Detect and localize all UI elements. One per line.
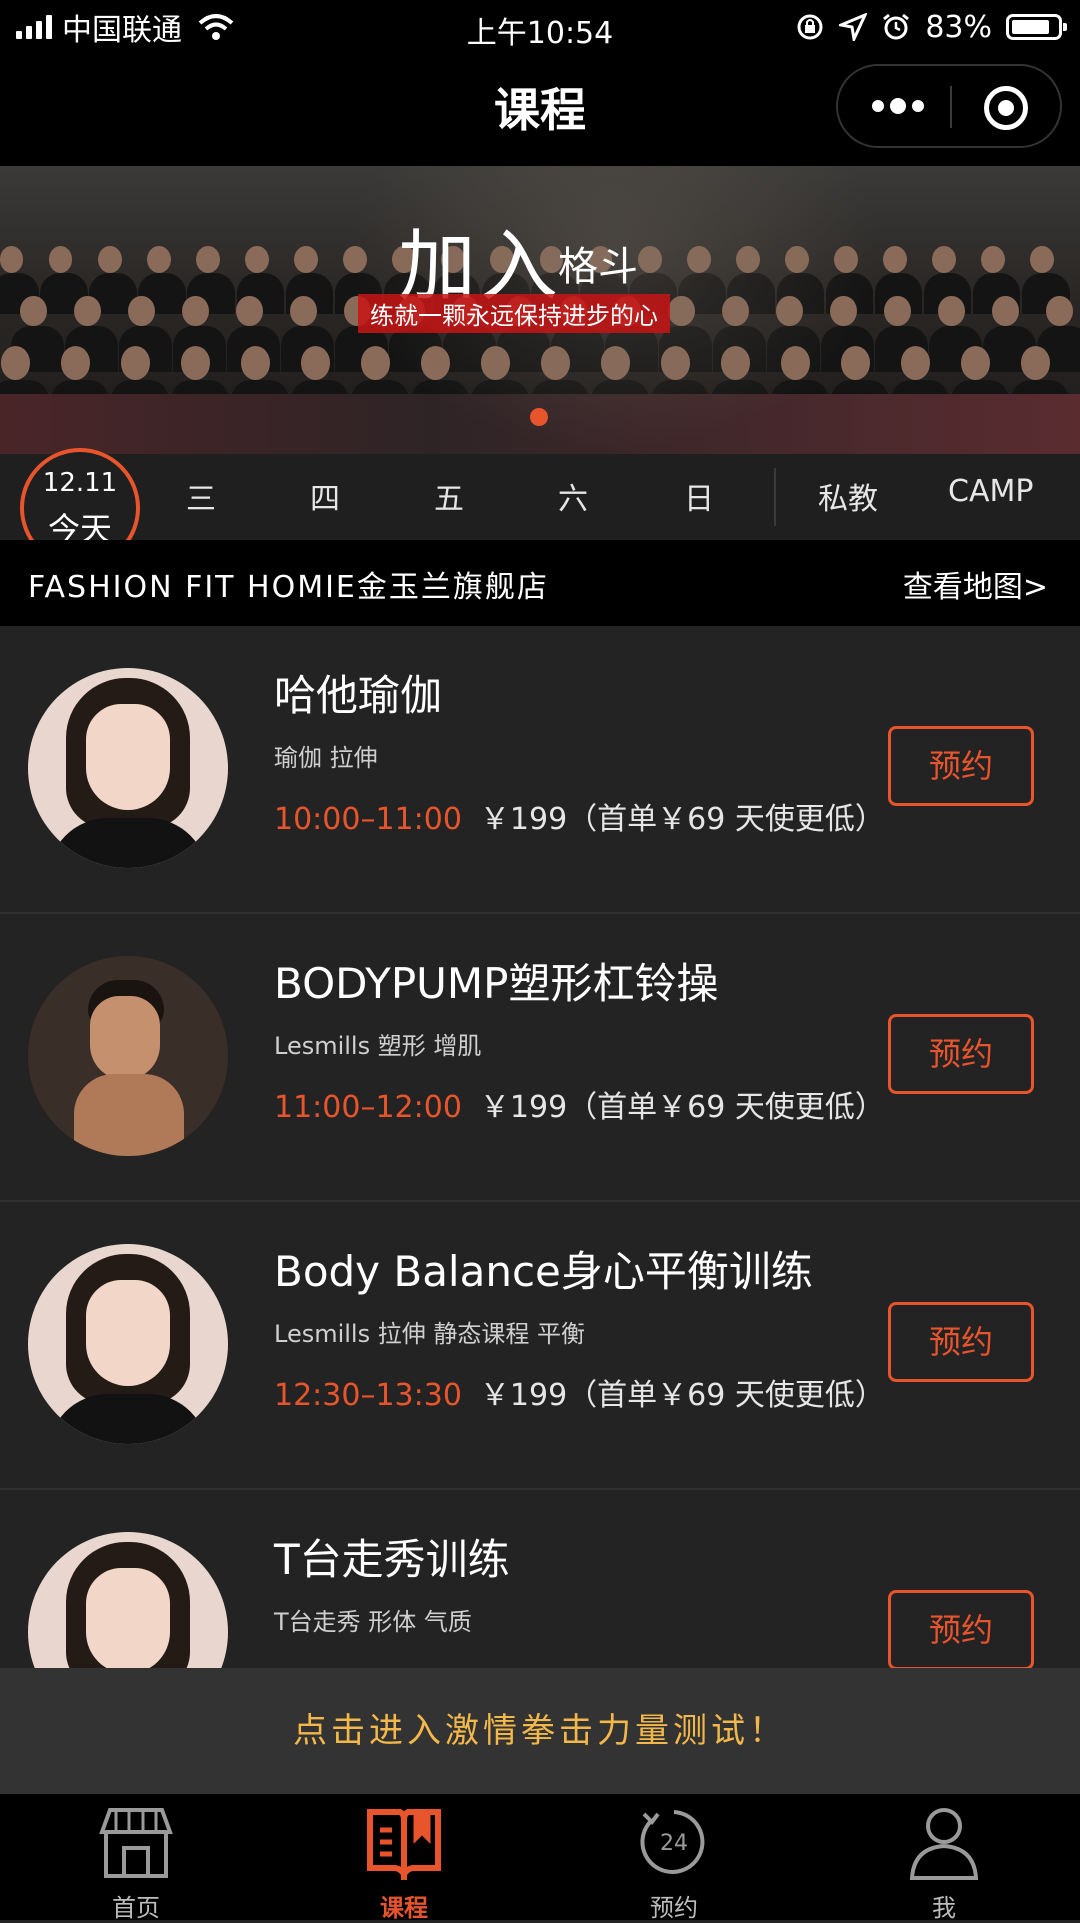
course-title: Body Balance身心平衡训练: [274, 1238, 813, 1299]
banner-person-head: [74, 296, 101, 326]
mini-program-capsule: [836, 64, 1062, 148]
course-item[interactable]: BODYPUMP塑形杠铃操 Lesmills 塑形 增肌 11:00–12:00…: [0, 914, 1080, 1202]
banner-person-head: [61, 346, 90, 380]
banner-person-head: [1021, 346, 1050, 380]
book-button[interactable]: 预约: [888, 726, 1034, 806]
course-title: 哈他瑜伽: [274, 662, 442, 723]
banner-person-head: [1030, 246, 1054, 273]
banner-indicator-dot[interactable]: [530, 408, 548, 426]
user-icon: [904, 1804, 984, 1880]
store-name: FASHION FIT HOMIE金玉兰旗舰店: [28, 562, 549, 606]
clock-24-text: 24: [660, 1831, 688, 1856]
course-tags: Lesmills 拉伸 静态课程 平衡: [274, 1314, 585, 1349]
banner-person-head: [20, 296, 47, 326]
banner-tagline: 练就一颗永远保持进步的心: [358, 294, 670, 333]
navigation-bar: 课程: [0, 54, 1080, 166]
banner-person-head: [938, 296, 965, 326]
tab-saturday[interactable]: 六: [558, 474, 588, 518]
tabbar-label: 预约: [574, 1888, 774, 1923]
tab-sunday[interactable]: 日: [684, 474, 714, 518]
course-price: ￥199（首单￥69 天使更低）: [480, 802, 885, 837]
coach-avatar: [28, 668, 228, 868]
view-map-link[interactable]: 查看地图>: [903, 562, 1048, 606]
course-tags: Lesmills 塑形 增肌: [274, 1026, 481, 1061]
banner-person-head: [121, 346, 150, 380]
book-button[interactable]: 预约: [888, 1590, 1034, 1670]
storefront-icon: [96, 1804, 176, 1880]
bottom-tab-bar: 首页 课程 24 预约 我: [0, 1794, 1080, 1920]
banner-person-head: [883, 246, 907, 273]
capsule-divider: [950, 86, 952, 128]
course-price: ￥199（首单￥69 天使更低）: [480, 1378, 885, 1413]
course-tags: T台走秀 形体 气质: [274, 1602, 472, 1637]
store-bar: FASHION FIT HOMIE金玉兰旗舰店 查看地图>: [0, 540, 1080, 626]
tab-divider: [774, 468, 776, 526]
tab-friday[interactable]: 五: [434, 474, 464, 518]
battery-percent: 83%: [925, 10, 992, 45]
course-price: ￥199（首单￥69 天使更低）: [480, 1090, 885, 1125]
day-tabs: 12.11 今天 三 四 五 六 日 私教 CAMP: [0, 454, 1080, 540]
tab-private-coach[interactable]: 私教: [818, 474, 878, 518]
banner-person-head: [0, 246, 23, 273]
banner-person-head: [1046, 296, 1073, 326]
book-icon: [364, 1804, 444, 1880]
course-title: T台走秀训练: [274, 1526, 510, 1587]
banner-person-head: [901, 346, 930, 380]
tabbar-label: 我: [844, 1888, 1044, 1923]
boxing-test-banner[interactable]: 点击进入激情拳击力量测试！: [0, 1668, 1080, 1794]
course-time: 12:30–13:30: [274, 1378, 462, 1413]
banner-headline-sub: 格斗: [558, 234, 638, 292]
clock-24-icon: 24: [634, 1804, 714, 1880]
course-item[interactable]: 哈他瑜伽 瑜伽 拉伸 10:00–11:00 ￥199（首单￥69 天使更低） 预…: [0, 626, 1080, 914]
course-item[interactable]: Body Balance身心平衡训练 Lesmills 拉伸 静态课程 平衡 1…: [0, 1202, 1080, 1490]
tab-thursday[interactable]: 四: [310, 474, 340, 518]
banner-person-head: [181, 346, 210, 380]
banner-person-head: [294, 246, 318, 273]
status-bar: 中国联通 上午10:54 83%: [0, 0, 1080, 54]
coach-avatar: [28, 1244, 228, 1444]
location-icon: [839, 13, 867, 41]
coach-avatar: [28, 956, 228, 1156]
banner-person-head: [147, 246, 171, 273]
course-time: 10:00–11:00: [274, 802, 462, 837]
book-button[interactable]: 预约: [888, 1014, 1034, 1094]
close-target-icon[interactable]: [984, 86, 1028, 130]
course-title: BODYPUMP塑形杠铃操: [274, 950, 718, 1011]
more-icon[interactable]: [872, 100, 924, 114]
today-date: 12.11: [24, 468, 136, 498]
banner-person-head: [236, 296, 263, 326]
banner-person-head: [1, 346, 30, 380]
banner-person-head: [932, 246, 956, 273]
banner-person-head: [884, 296, 911, 326]
banner-person-head: [196, 246, 220, 273]
banner-person-head: [182, 296, 209, 326]
rotation-lock-icon: [795, 12, 825, 42]
banner-person-head: [245, 246, 269, 273]
battery-icon: [1006, 14, 1062, 40]
course-time: 11:00–12:00: [274, 1090, 462, 1125]
banner-person-head: [98, 246, 122, 273]
banner-person-head: [290, 296, 317, 326]
banner-person-head: [992, 296, 1019, 326]
promo-banner[interactable]: 加入 格斗 练就一颗永远保持进步的心: [0, 166, 1080, 454]
alarm-icon: [881, 12, 911, 42]
banner-person-head: [301, 346, 330, 380]
banner-person-head: [49, 246, 73, 273]
tab-wednesday[interactable]: 三: [186, 474, 216, 518]
banner-person-head: [241, 346, 270, 380]
tabbar-label: 首页: [36, 1888, 236, 1923]
banner-person-head: [128, 296, 155, 326]
tabbar-label: 课程: [304, 1888, 504, 1923]
book-button[interactable]: 预约: [888, 1302, 1034, 1382]
course-tags: 瑜伽 拉伸: [274, 738, 378, 773]
banner-person-head: [981, 246, 1005, 273]
tab-camp[interactable]: CAMP: [948, 474, 1033, 509]
banner-person-head: [961, 346, 990, 380]
